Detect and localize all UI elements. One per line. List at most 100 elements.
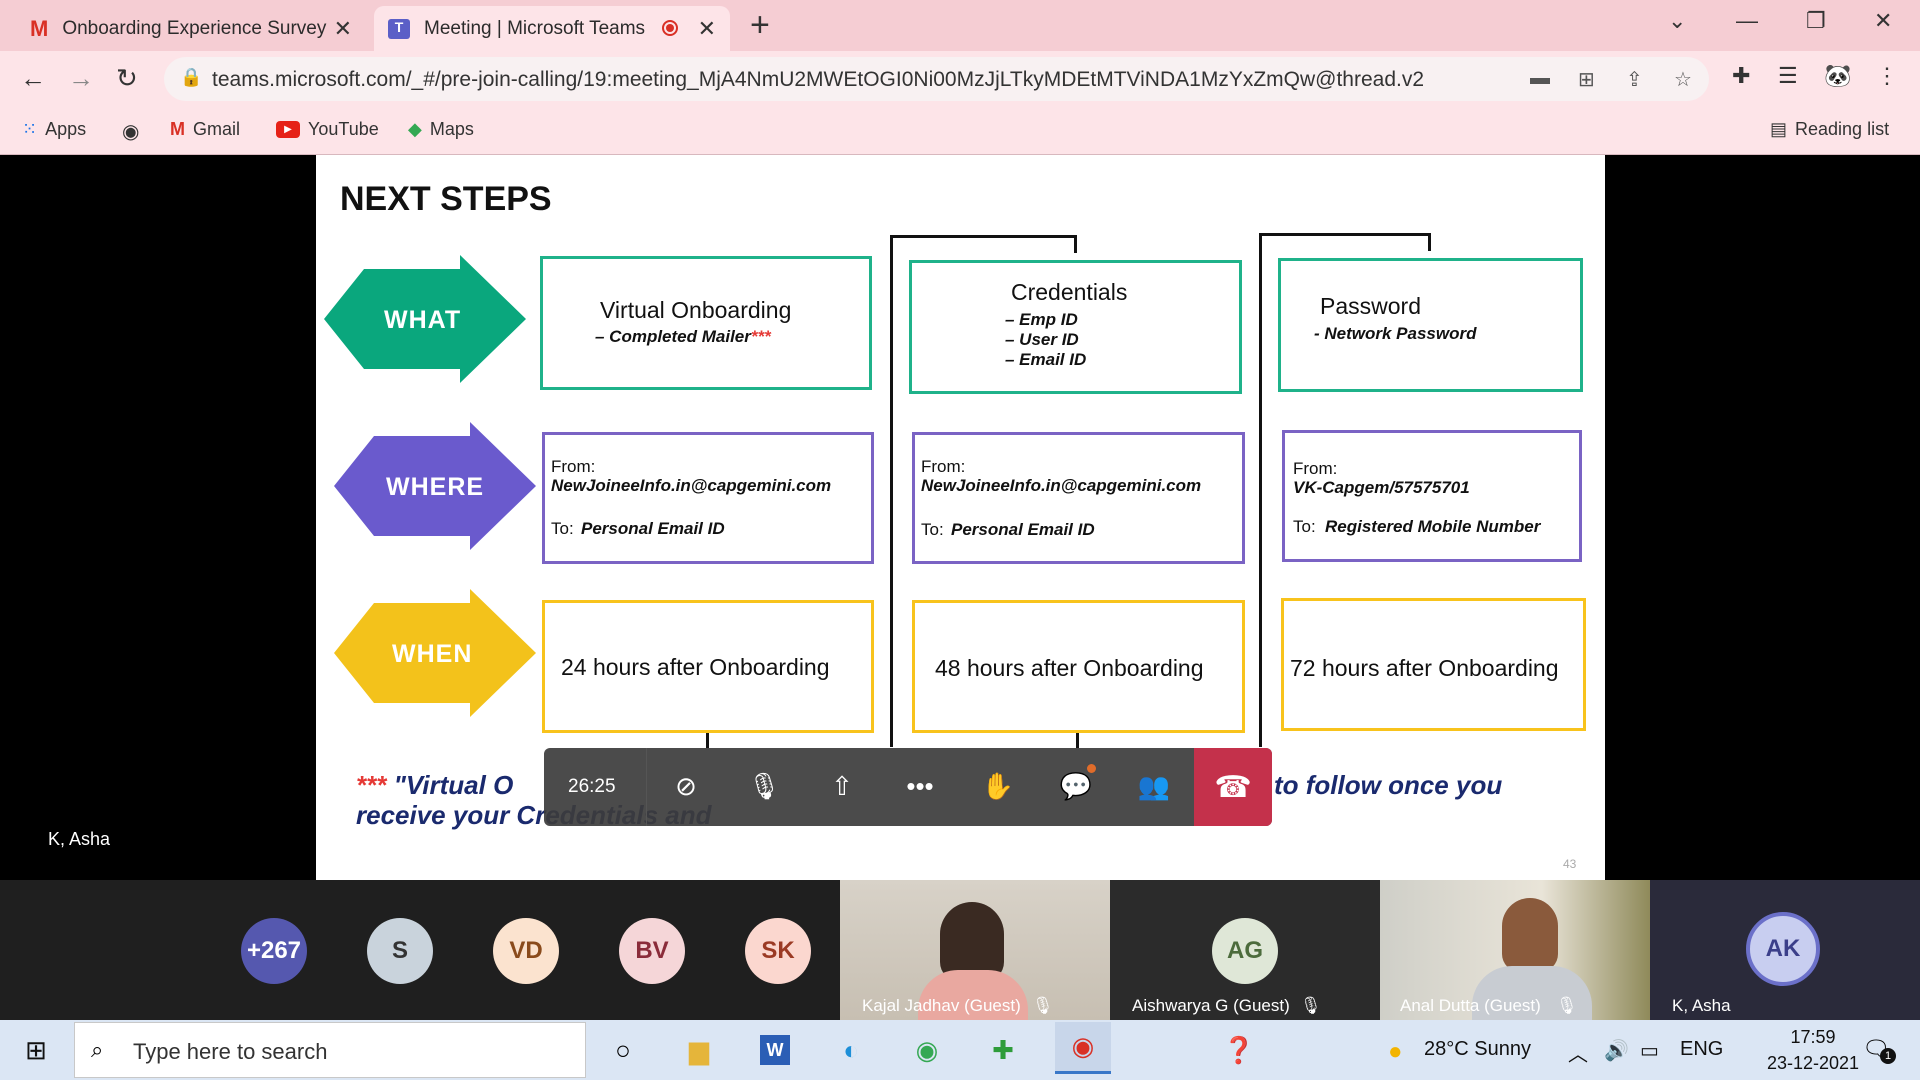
share-screen-button[interactable]: ⇧: [822, 766, 862, 806]
help-button[interactable]: ❓: [1219, 1032, 1259, 1068]
url-text[interactable]: teams.microsoft.com/_#/pre-join-calling/…: [212, 68, 1424, 92]
to-value: Personal Email ID: [951, 520, 1095, 539]
camera-icon[interactable]: ▬: [1530, 67, 1550, 90]
raise-hand-button[interactable]: ✋: [978, 766, 1018, 806]
tab-teams-meeting[interactable]: T Meeting | Microsoft Teams ✕: [374, 6, 730, 51]
tab-title: Meeting | Microsoft Teams: [424, 17, 646, 39]
window-close-button[interactable]: ✕: [1874, 8, 1892, 34]
bookmark-apps[interactable]: ⁙ Apps: [22, 119, 86, 140]
leave-call-button[interactable]: ☎: [1194, 748, 1272, 826]
box-item: - Network Password: [1314, 324, 1477, 343]
avatar[interactable]: SK: [745, 918, 811, 984]
app-button[interactable]: ✚: [983, 1032, 1023, 1068]
weather-text[interactable]: 28°C Sunny: [1424, 1038, 1531, 1061]
browser-toolbar: ← → ↻ 🔒 teams.microsoft.com/_#/pre-join-…: [0, 51, 1920, 107]
taskbar-search[interactable]: ⌕ Type here to search: [74, 1022, 586, 1078]
box-title: Virtual Onboarding: [600, 297, 792, 323]
camera-off-button[interactable]: ⊘: [666, 766, 706, 806]
edge-button[interactable]: ◐: [831, 1032, 871, 1068]
back-button[interactable]: ←: [20, 63, 46, 94]
bookmark-maps[interactable]: ◆ Maps: [408, 119, 474, 140]
translate-icon[interactable]: ⊞: [1578, 67, 1595, 92]
globe-icon[interactable]: ◉: [122, 119, 139, 144]
from-value: VK-Capgem/57575701: [1293, 478, 1470, 497]
tab-onboarding-survey[interactable]: M Onboarding Experience Survey - ✕: [16, 6, 366, 51]
chrome-active-button[interactable]: ◉: [1055, 1022, 1111, 1074]
new-tab-button[interactable]: +: [750, 6, 770, 45]
word-button[interactable]: W: [755, 1032, 795, 1068]
mute-button[interactable]: 🎙: [744, 766, 784, 806]
video-tile-anal[interactable]: Anal Dutta (Guest) 🎙: [1380, 880, 1650, 1020]
chat-button[interactable]: 💬: [1056, 764, 1096, 806]
people-icon: 👥: [1137, 770, 1171, 801]
video-tile-kajal[interactable]: Kajal Jadhav (Guest) 🎙: [840, 880, 1110, 1020]
show-hidden-icons[interactable]: ︿: [1568, 1038, 1588, 1067]
volume-icon[interactable]: 🔊: [1604, 1038, 1629, 1063]
self-view-tile[interactable]: AK K, Asha: [1650, 880, 1920, 1020]
tab-search-icon[interactable]: ⌄: [1668, 8, 1686, 34]
start-button[interactable]: ⊞: [16, 1032, 56, 1068]
bookmark-label: Gmail: [193, 119, 241, 139]
minimize-button[interactable]: —: [1736, 8, 1758, 34]
to-label: To:: [1293, 517, 1316, 536]
address-bar[interactable]: 🔒 teams.microsoft.com/_#/pre-join-callin…: [164, 57, 1709, 101]
menu-icon[interactable]: ⋮: [1876, 63, 1898, 89]
where-box-3: From: VK-Capgem/57575701 To: Registered …: [1282, 430, 1582, 562]
close-tab-icon[interactable]: ✕: [698, 16, 716, 42]
connector-line: [1428, 233, 1431, 251]
when-label: WHEN: [392, 640, 473, 668]
connector-line: [890, 235, 893, 747]
reading-list-button[interactable]: ▤ Reading list: [1770, 119, 1889, 140]
reload-button[interactable]: ↻: [116, 63, 138, 94]
video-tile-aishwarya[interactable]: AG Aishwarya G (Guest) 🎙: [1110, 880, 1380, 1020]
lock-icon: 🔒: [180, 67, 203, 87]
close-tab-icon[interactable]: ✕: [334, 16, 352, 42]
restore-button[interactable]: ❐: [1806, 8, 1826, 34]
chrome-button[interactable]: ◉: [907, 1032, 947, 1068]
apps-grid-icon: ⁙: [22, 119, 38, 139]
language-indicator[interactable]: ENG: [1680, 1038, 1723, 1061]
box-item: – Completed Mailer***: [595, 327, 771, 346]
avatar[interactable]: S: [367, 918, 433, 984]
to-label: To:: [551, 519, 574, 538]
tab-bar: M Onboarding Experience Survey - ✕ T Mee…: [0, 0, 1920, 51]
slide-page-number: 43: [1563, 857, 1577, 871]
from-value: NewJoineeInfo.in@capgemini.com: [921, 476, 1202, 495]
forward-button[interactable]: →: [68, 63, 94, 94]
when-box-2: 48 hours after Onboarding: [912, 600, 1245, 733]
bookmark-star-icon[interactable]: ☆: [1674, 67, 1692, 92]
task-view-button[interactable]: ○: [603, 1032, 643, 1068]
what-label: WHAT: [384, 306, 462, 334]
extensions-icon[interactable]: ✚: [1732, 63, 1750, 89]
participants-button[interactable]: 👥: [1134, 766, 1174, 806]
bookmark-youtube[interactable]: ▶ YouTube: [276, 119, 379, 140]
search-placeholder: Type here to search: [133, 1039, 328, 1064]
clock[interactable]: 17:59 23-12-2021: [1758, 1024, 1868, 1076]
media-control-icon[interactable]: ☰: [1778, 63, 1798, 89]
box-title: Credentials: [1011, 279, 1128, 305]
where-label: WHERE: [386, 473, 485, 501]
participant-name: Aishwarya G (Guest): [1132, 996, 1290, 1015]
more-participants-button[interactable]: +267: [241, 918, 307, 984]
when-text: 48 hours after Onboarding: [935, 655, 1204, 681]
when-box-3: 72 hours after Onboarding: [1281, 598, 1586, 731]
call-timer: 26:25: [568, 776, 616, 797]
notifications-button[interactable]: 🗨 1: [1862, 1036, 1896, 1064]
mic-muted-icon: 🎙: [1556, 996, 1578, 1015]
avatar[interactable]: VD: [493, 918, 559, 984]
share-icon[interactable]: ⇪: [1626, 67, 1643, 92]
box-title: Password: [1320, 293, 1421, 319]
tab-title: Onboarding Experience Survey -: [62, 17, 333, 39]
participant-name: K, Asha: [1672, 996, 1731, 1015]
bookmark-label: Apps: [45, 119, 87, 139]
youtube-icon: ▶: [276, 121, 300, 138]
participant-name: Kajal Jadhav (Guest): [862, 996, 1021, 1015]
mic-muted-icon: 🎙: [1032, 996, 1054, 1015]
bookmark-gmail[interactable]: M Gmail: [170, 119, 240, 140]
more-actions-button[interactable]: •••: [900, 766, 940, 806]
what-box-3: Password - Network Password: [1278, 258, 1583, 392]
avatar[interactable]: BV: [619, 918, 685, 984]
profile-avatar[interactable]: 🐼: [1824, 63, 1851, 89]
file-explorer-button[interactable]: ▆: [679, 1032, 719, 1068]
battery-icon[interactable]: ▭: [1640, 1038, 1659, 1063]
